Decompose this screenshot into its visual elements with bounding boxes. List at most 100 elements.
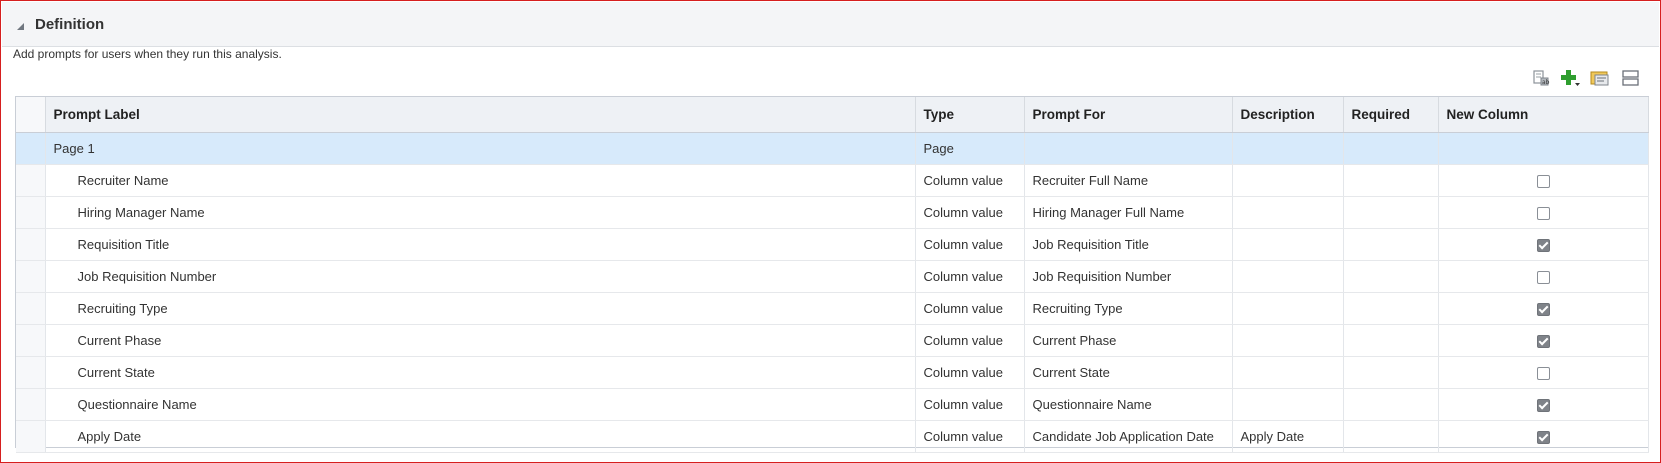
prompt-label-cell: Job Requisition Number [45, 260, 916, 293]
table-row[interactable]: Requisition Title Column value Job Requi… [16, 228, 1649, 261]
type-cell: Page [915, 132, 1025, 165]
column-header-prompt-label[interactable]: Prompt Label [45, 97, 916, 133]
prompt-for-cell: Candidate Job Application Date [1024, 420, 1233, 453]
new-column-cell [1438, 164, 1649, 197]
prompts-table: Prompt Label Type Prompt For Description… [15, 96, 1649, 453]
table-row[interactable]: Hiring Manager Name Column value Hiring … [16, 196, 1649, 229]
row-selector[interactable] [16, 228, 46, 261]
section-header[interactable]: Definition [2, 2, 1659, 47]
new-column-cell [1438, 260, 1649, 293]
prompt-label-cell: Recruiting Type [45, 292, 916, 325]
column-header-new-column[interactable]: New Column [1438, 97, 1649, 133]
description-cell [1232, 388, 1344, 421]
edit-prompt-button[interactable]: ab [1531, 68, 1553, 88]
new-column-cell [1438, 420, 1649, 453]
table-row[interactable]: Recruiter Name Column value Recruiter Fu… [16, 164, 1649, 197]
required-cell [1343, 164, 1439, 197]
prompt-for-cell: Job Requisition Title [1024, 228, 1233, 261]
row-selector[interactable] [16, 196, 46, 229]
new-column-cell [1438, 228, 1649, 261]
row-selector[interactable] [16, 356, 46, 389]
required-cell [1343, 356, 1439, 389]
new-column-checkbox[interactable] [1536, 335, 1550, 349]
prompt-for-cell: Questionnaire Name [1024, 388, 1233, 421]
prompt-for-cell: Recruiting Type [1024, 292, 1233, 325]
row-selector[interactable] [16, 324, 46, 357]
prompt-label-cell: Requisition Title [45, 228, 916, 261]
type-cell: Column value [915, 196, 1025, 229]
svg-text:ab: ab [1542, 79, 1550, 86]
row-selector[interactable] [16, 260, 46, 293]
section-title: Definition [35, 16, 105, 33]
required-cell [1343, 228, 1439, 261]
prompt-for-cell: Hiring Manager Full Name [1024, 196, 1233, 229]
prompt-for-cell: Recruiter Full Name [1024, 164, 1233, 197]
new-column-checkbox[interactable] [1536, 207, 1550, 221]
required-cell [1343, 260, 1439, 293]
row-selector-header [16, 97, 46, 133]
new-column-cell [1438, 356, 1649, 389]
prompt-for-cell: Job Requisition Number [1024, 260, 1233, 293]
prompt-label-cell: Page 1 [45, 132, 916, 165]
row-selector[interactable] [16, 388, 46, 421]
prompt-label-cell: Current Phase [45, 324, 916, 357]
column-header-prompt-for[interactable]: Prompt For [1024, 97, 1233, 133]
edit-prompt-icon: ab [1533, 70, 1550, 86]
column-header-description[interactable]: Description [1232, 97, 1344, 133]
new-column-checkbox[interactable] [1536, 367, 1550, 381]
new-column-checkbox[interactable] [1536, 399, 1550, 413]
table-header-row: Prompt Label Type Prompt For Description… [16, 97, 1649, 133]
new-column-cell [1438, 292, 1649, 325]
column-header-required[interactable]: Required [1343, 97, 1439, 133]
row-selector[interactable] [16, 420, 46, 453]
new-column-cell [1438, 324, 1649, 357]
add-prompt-button[interactable] [1559, 68, 1581, 88]
row-selector[interactable] [16, 164, 46, 197]
row-selector[interactable] [16, 292, 46, 325]
type-cell: Column value [915, 260, 1025, 293]
table-row[interactable]: Current State Column value Current State [16, 356, 1649, 389]
required-cell [1343, 420, 1439, 453]
description-cell [1232, 260, 1344, 293]
table-row-page[interactable]: Page 1 Page [16, 132, 1649, 165]
type-cell: Column value [915, 324, 1025, 357]
row-selector[interactable] [16, 132, 46, 165]
description-cell [1232, 164, 1344, 197]
new-column-checkbox[interactable] [1536, 303, 1550, 317]
new-column-checkbox[interactable] [1536, 431, 1550, 445]
new-column-cell [1438, 388, 1649, 421]
new-column-checkbox[interactable] [1536, 239, 1550, 253]
prompt-label-cell: Hiring Manager Name [45, 196, 916, 229]
table-row[interactable]: Questionnaire Name Column value Question… [16, 388, 1649, 421]
description-cell [1232, 356, 1344, 389]
required-cell [1343, 292, 1439, 325]
description-cell [1232, 196, 1344, 229]
required-cell [1343, 388, 1439, 421]
new-column-checkbox[interactable] [1536, 271, 1550, 285]
table-row[interactable]: Recruiting Type Column value Recruiting … [16, 292, 1649, 325]
type-cell: Column value [915, 356, 1025, 389]
new-column-cell [1438, 132, 1649, 165]
add-prompt-icon [1561, 70, 1580, 86]
required-cell [1343, 196, 1439, 229]
new-column-checkbox[interactable] [1536, 175, 1550, 189]
layout-button[interactable] [1621, 68, 1643, 88]
type-cell: Column value [915, 164, 1025, 197]
prompt-label-cell: Questionnaire Name [45, 388, 916, 421]
table-row[interactable]: Current Phase Column value Current Phase [16, 324, 1649, 357]
page-settings-button[interactable] [1589, 68, 1611, 88]
column-header-type[interactable]: Type [915, 97, 1025, 133]
prompt-label-cell: Current State [45, 356, 916, 389]
type-cell: Column value [915, 292, 1025, 325]
type-cell: Column value [915, 420, 1025, 453]
section-description: Add prompts for users when they run this… [13, 47, 282, 61]
required-cell [1343, 132, 1439, 165]
required-cell [1343, 324, 1439, 357]
table-row[interactable]: Job Requisition Number Column value Job … [16, 260, 1649, 293]
description-cell [1232, 132, 1344, 165]
collapse-triangle-icon[interactable] [16, 22, 25, 31]
table-row[interactable]: Apply Date Column value Candidate Job Ap… [16, 420, 1649, 453]
page-settings-icon [1590, 71, 1609, 86]
prompt-label-cell: Apply Date [45, 420, 916, 453]
description-cell: Apply Date [1232, 420, 1344, 453]
